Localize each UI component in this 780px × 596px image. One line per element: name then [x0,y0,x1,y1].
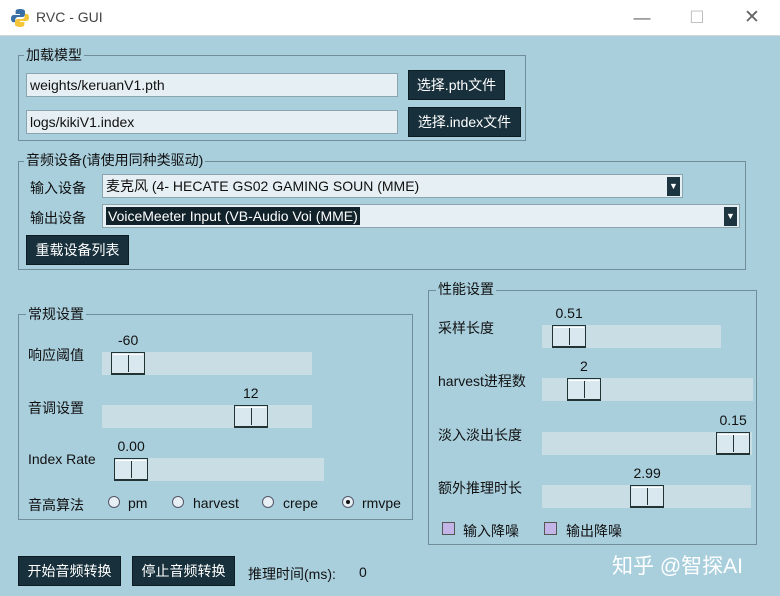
window-title: RVC - GUI [36,9,103,25]
radio-harvest[interactable] [172,496,184,508]
slider-thumb[interactable] [552,325,586,348]
extra-time-slider[interactable]: 2.99 [542,465,751,508]
infer-time-value: 0 [359,564,367,580]
performance-legend: 性能设置 [436,281,496,297]
audio-devices-legend: 音频设备(请使用同种类驱动) [24,152,206,168]
slider-value: 0.51 [555,305,583,321]
radio-crepe-label[interactable]: crepe [283,495,318,511]
pitch-slider[interactable]: 12 [102,385,312,428]
crossfade-length-label: 淡入淡出长度 [438,427,522,443]
slider-value: 0.15 [719,412,747,428]
slider-thumb[interactable] [114,458,148,481]
input-device-label: 输入设备 [30,180,86,196]
radio-harvest-label[interactable]: harvest [193,495,239,511]
slider-thumb[interactable] [111,352,145,375]
radio-rmvpe[interactable] [342,496,354,508]
slider-trough[interactable] [102,405,312,428]
infer-time-label: 推理时间(ms): [248,566,336,582]
slider-thumb[interactable] [234,405,268,428]
output-device-label: 输出设备 [30,210,86,226]
sample-length-label: 采样长度 [438,320,494,336]
slider-value: 2 [580,358,588,374]
radio-pm[interactable] [108,496,120,508]
harvest-processes-slider[interactable]: 2 [542,358,753,401]
maximize-button[interactable]: ☐ [675,4,719,32]
select-index-button[interactable]: 选择.index文件 [408,107,521,137]
stop-conversion-button[interactable]: 停止音频转换 [132,556,235,586]
output-denoise-checkbox[interactable] [544,522,557,535]
radio-crepe[interactable] [262,496,274,508]
slider-value: -60 [118,332,139,348]
extra-time-label: 额外推理时长 [438,480,522,496]
input-denoise-checkbox[interactable] [442,522,455,535]
harvest-processes-label: harvest进程数 [438,373,526,389]
slider-thumb[interactable] [567,378,601,401]
radio-rmvpe-label[interactable]: rmvpe [362,495,401,511]
index-rate-label: Index Rate [28,451,96,467]
pitch-label: 音调设置 [28,400,84,416]
start-conversion-button[interactable]: 开始音频转换 [18,556,121,586]
radio-pm-label[interactable]: pm [128,495,147,511]
input-device-select[interactable]: 麦克风 (4- HECATE GS02 GAMING SOUN (MME) ▼ [102,174,683,198]
dropdown-arrow-icon[interactable]: ▼ [724,207,737,226]
pth-path-input[interactable]: weights/keruanV1.pth [26,73,398,97]
slider-thumb[interactable] [716,432,750,455]
index-path-input[interactable]: logs/kikiV1.index [26,110,398,134]
watermark-text: 知乎 @智探AI [612,555,743,578]
crossfade-length-slider[interactable]: 0.15 [542,412,752,455]
output-device-select[interactable]: VoiceMeeter Input (VB-Audio Voi (MME) ▼ [102,204,740,228]
title-bar: RVC - GUI — ☐ ✕ [0,0,780,36]
threshold-slider[interactable]: -60 [102,332,312,375]
f0-method-label: 音高算法 [28,497,84,513]
load-model-legend: 加载模型 [24,47,84,63]
general-settings-legend: 常规设置 [26,306,86,322]
slider-value: 2.99 [633,465,661,481]
output-device-value: VoiceMeeter Input (VB-Audio Voi (MME) [106,207,360,225]
slider-value: 0.00 [117,438,145,454]
output-denoise-label[interactable]: 输出降噪 [566,521,622,541]
dropdown-arrow-icon[interactable]: ▼ [667,177,680,196]
reload-devices-button[interactable]: 重载设备列表 [26,235,129,265]
threshold-label: 响应阈值 [28,347,84,363]
index-rate-slider[interactable]: 0.00 [114,438,324,481]
input-denoise-label[interactable]: 输入降噪 [463,521,519,541]
input-device-value: 麦克风 (4- HECATE GS02 GAMING SOUN (MME) [106,178,420,194]
minimize-button[interactable]: — [620,4,664,32]
python-logo-icon [11,9,29,27]
close-button[interactable]: ✕ [730,4,774,32]
sample-length-slider[interactable]: 0.51 [542,305,721,348]
select-pth-button[interactable]: 选择.pth文件 [408,70,505,100]
slider-thumb[interactable] [630,485,664,508]
slider-value: 12 [243,385,259,401]
